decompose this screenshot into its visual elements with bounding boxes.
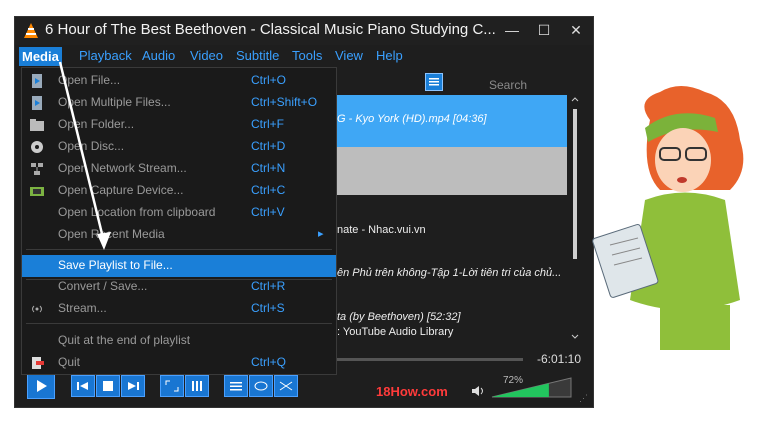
- mascot-illustration: [592, 86, 744, 350]
